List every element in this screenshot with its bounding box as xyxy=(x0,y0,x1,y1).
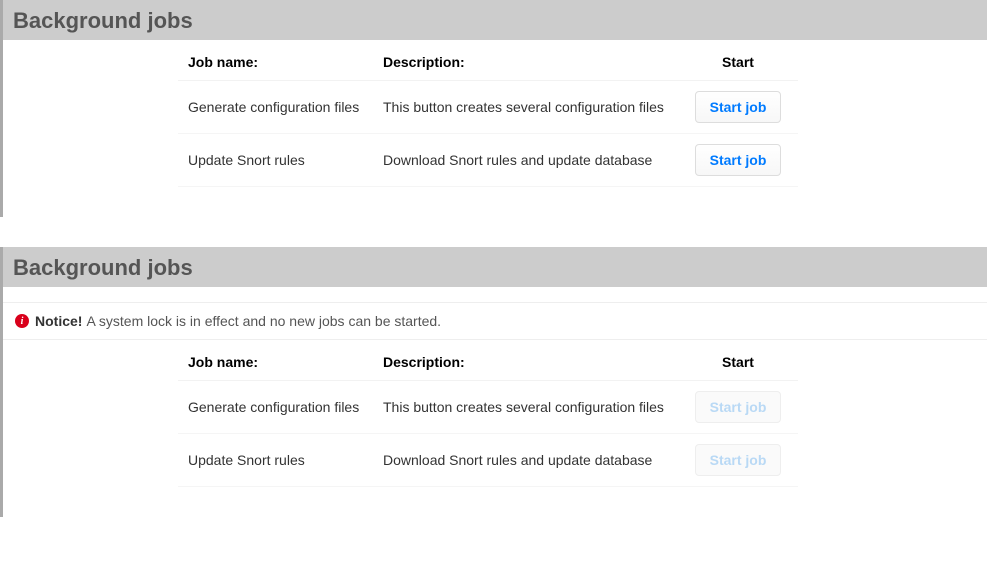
section-title: Background jobs xyxy=(13,8,977,34)
section-header: Background jobs xyxy=(3,0,987,40)
background-jobs-section: Background jobs Job name: Description: S… xyxy=(0,0,987,217)
section-header: Background jobs xyxy=(3,247,987,287)
job-description: This button creates several configuratio… xyxy=(373,381,678,434)
jobs-table: Job name: Description: Start Generate co… xyxy=(178,348,798,487)
column-header-start: Start xyxy=(678,48,798,81)
table-row: Generate configuration files This button… xyxy=(178,81,798,134)
column-header-name: Job name: xyxy=(178,348,373,381)
job-description: Download Snort rules and update database xyxy=(373,434,678,487)
column-header-description: Description: xyxy=(373,48,678,81)
job-name: Update Snort rules xyxy=(178,434,373,487)
start-job-button[interactable]: Start job xyxy=(695,144,782,176)
start-job-button: Start job xyxy=(695,391,782,423)
column-header-name: Job name: xyxy=(178,48,373,81)
table-row: Generate configuration files This button… xyxy=(178,381,798,434)
jobs-table: Job name: Description: Start Generate co… xyxy=(178,48,798,187)
table-row: Update Snort rules Download Snort rules … xyxy=(178,434,798,487)
notice-text: A system lock is in effect and no new jo… xyxy=(86,313,441,329)
job-name: Generate configuration files xyxy=(178,381,373,434)
start-job-button: Start job xyxy=(695,444,782,476)
job-name: Update Snort rules xyxy=(178,134,373,187)
notice-strong: Notice! xyxy=(35,313,82,329)
start-job-button[interactable]: Start job xyxy=(695,91,782,123)
column-header-description: Description: xyxy=(373,348,678,381)
table-row: Update Snort rules Download Snort rules … xyxy=(178,134,798,187)
section-title: Background jobs xyxy=(13,255,977,281)
info-icon: i xyxy=(15,314,29,328)
column-header-start: Start xyxy=(678,348,798,381)
background-jobs-section-locked: Background jobs i Notice! A system lock … xyxy=(0,247,987,517)
job-description: Download Snort rules and update database xyxy=(373,134,678,187)
job-name: Generate configuration files xyxy=(178,81,373,134)
job-description: This button creates several configuratio… xyxy=(373,81,678,134)
notice-alert: i Notice! A system lock is in effect and… xyxy=(3,302,987,340)
